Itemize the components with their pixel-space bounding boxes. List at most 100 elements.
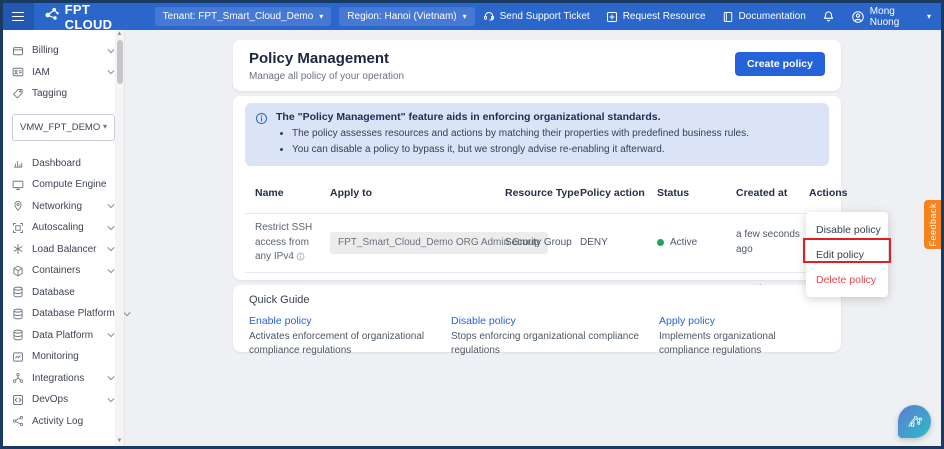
chevron-down-icon bbox=[107, 332, 115, 338]
chevron-down-icon: ▾ bbox=[319, 11, 324, 21]
tooltip-info-icon[interactable] bbox=[296, 252, 305, 261]
sidebar-item-database-platform[interactable]: Database Platform bbox=[12, 303, 131, 325]
sidebar-item-networking[interactable]: Networking bbox=[12, 196, 115, 218]
sidebar-scrollbar[interactable]: ▲ ▼ bbox=[115, 30, 124, 446]
page-header-card: Policy Management Manage all policy of y… bbox=[233, 40, 841, 91]
project-select-value: VMW_FPT_DEMO bbox=[20, 121, 101, 133]
chevron-down-icon: ▾ bbox=[462, 11, 467, 21]
brand-name: FPT CLOUD bbox=[64, 1, 113, 32]
link-label: Send Support Ticket bbox=[499, 11, 590, 22]
load-balancer-icon bbox=[12, 243, 24, 255]
column-header: Name bbox=[255, 186, 284, 199]
sidebar-item-label: Compute Engine bbox=[32, 179, 107, 191]
network-pin-icon bbox=[12, 200, 24, 212]
disable-policy-link[interactable]: Disable policy bbox=[451, 315, 659, 327]
sidebar-item-label: Activity Log bbox=[32, 415, 84, 427]
ai-assistant-button[interactable]: AI bbox=[898, 405, 931, 438]
sidebar-item-billing[interactable]: Billing bbox=[12, 40, 115, 62]
user-menu[interactable]: Mong Nuong ▾ bbox=[851, 6, 931, 28]
quick-guide-description: Implements organizational compliance reg… bbox=[659, 331, 776, 356]
quick-guide-item: Disable policy Stops enforcing organizat… bbox=[451, 315, 659, 358]
enable-policy-link[interactable]: Enable policy bbox=[249, 315, 451, 327]
sidebar-item-label: Containers bbox=[32, 265, 81, 277]
chevron-down-icon: ▾ bbox=[926, 11, 931, 21]
scrollbar-thumb[interactable] bbox=[116, 40, 123, 84]
link-label: Documentation bbox=[738, 11, 806, 22]
sidebar-item-label: Tagging bbox=[32, 88, 68, 100]
database-icon bbox=[12, 286, 24, 298]
sidebar-item-monitoring[interactable]: Monitoring bbox=[12, 346, 115, 368]
sidebar-item-compute-engine[interactable]: Compute Engine bbox=[12, 174, 123, 196]
notification-bell-icon[interactable] bbox=[822, 10, 835, 23]
fpt-molecule-icon bbox=[44, 6, 60, 27]
activity-log-icon bbox=[12, 415, 24, 427]
chevron-down-icon bbox=[107, 246, 115, 252]
support-ticket-icon bbox=[483, 11, 495, 23]
sidebar-item-tagging[interactable]: Tagging bbox=[12, 83, 115, 105]
sidebar-item-database[interactable]: Database bbox=[12, 282, 115, 304]
quick-guide-description: Stops enforcing organizational complianc… bbox=[451, 331, 639, 356]
sidebar-item-label: Dashboard bbox=[32, 157, 81, 169]
column-header: Policy action bbox=[580, 186, 645, 199]
scroll-down-arrow[interactable]: ▼ bbox=[115, 437, 124, 446]
app-window: FPT CLOUD Tenant: FPT_Smart_Cloud_Demo ▾… bbox=[0, 0, 944, 449]
request-resource-icon bbox=[606, 11, 618, 23]
billing-icon bbox=[12, 45, 24, 57]
alert-bullet: The policy assesses resources and action… bbox=[292, 126, 749, 142]
edit-policy-menu-item[interactable]: Edit policy bbox=[806, 242, 888, 267]
integrations-icon bbox=[12, 372, 24, 384]
iam-icon bbox=[12, 66, 24, 78]
sidebar-item-autoscaling[interactable]: Autoscaling bbox=[12, 217, 115, 239]
alert-bullet-list: The policy assesses resources and action… bbox=[280, 126, 749, 157]
sidebar-item-devops[interactable]: DevOps bbox=[12, 389, 115, 411]
alert-bullet: You can disable a policy to bypass it, b… bbox=[292, 142, 749, 158]
hamburger-menu-button[interactable] bbox=[3, 3, 34, 30]
sidebar-item-iam[interactable]: IAM bbox=[12, 62, 115, 84]
scroll-up-arrow[interactable]: ▲ bbox=[115, 30, 124, 39]
feedback-tab[interactable]: Feedback bbox=[924, 200, 941, 249]
sidebar: Billing IAM Tagging VMW_FPT_DEMO ▾ Dashb… bbox=[3, 30, 131, 446]
monitor-icon bbox=[12, 179, 24, 191]
project-select[interactable]: VMW_FPT_DEMO ▾ bbox=[12, 113, 115, 141]
sidebar-item-label: Integrations bbox=[32, 372, 85, 384]
sidebar-item-dashboard[interactable]: Dashboard bbox=[12, 153, 115, 175]
chevron-down-icon: ▾ bbox=[102, 122, 107, 131]
create-policy-button[interactable]: Create policy bbox=[735, 52, 825, 76]
autoscaling-icon bbox=[12, 222, 24, 234]
request-resource-link[interactable]: Request Resource bbox=[606, 11, 706, 23]
feedback-label: Feedback bbox=[927, 202, 938, 247]
brand-logo[interactable]: FPT CLOUD bbox=[44, 1, 141, 32]
user-avatar-icon bbox=[851, 10, 865, 24]
documentation-icon bbox=[722, 11, 734, 23]
sidebar-item-data-platform[interactable]: Data Platform bbox=[12, 325, 115, 347]
apply-to-cell: FPT_Smart_Cloud_Demo ORG Admin Group bbox=[330, 231, 548, 254]
region-selector[interactable]: Region: Hanoi (Vietnam) ▾ bbox=[339, 7, 475, 26]
chevron-down-icon bbox=[107, 225, 115, 231]
sidebar-item-load-balancer[interactable]: Load Balancer bbox=[12, 239, 115, 261]
policy-name-cell: Restrict SSH access from any IPv4 bbox=[255, 222, 313, 262]
sidebar-item-integrations[interactable]: Integrations bbox=[12, 368, 115, 390]
column-header: Apply to bbox=[330, 186, 372, 199]
column-header: Status bbox=[657, 186, 690, 199]
sidebar-item-activity-log[interactable]: Activity Log bbox=[12, 411, 115, 433]
delete-policy-menu-item[interactable]: Delete policy bbox=[806, 267, 888, 292]
tenant-selector[interactable]: Tenant: FPT_Smart_Cloud_Demo ▾ bbox=[154, 7, 332, 26]
created-at-cell: a few seconds ago bbox=[736, 229, 800, 255]
disable-policy-menu-item[interactable]: Disable policy bbox=[806, 217, 888, 242]
send-support-ticket-link[interactable]: Send Support Ticket bbox=[483, 11, 590, 23]
sidebar-item-containers[interactable]: Containers bbox=[12, 260, 115, 282]
chevron-down-icon bbox=[107, 203, 115, 209]
sidebar-item-label: Networking bbox=[32, 200, 83, 212]
sidebar-item-label: Autoscaling bbox=[32, 222, 84, 234]
cube-icon bbox=[12, 265, 24, 277]
sidebar-item-label: DevOps bbox=[32, 394, 69, 406]
quick-guide-title: Quick Guide bbox=[249, 294, 310, 306]
info-icon bbox=[255, 112, 268, 157]
actions-context-menu: Disable policy Edit policy Delete policy bbox=[803, 212, 891, 297]
devops-icon bbox=[12, 394, 24, 406]
region-label: Region: Hanoi (Vietnam) bbox=[347, 11, 457, 22]
documentation-link[interactable]: Documentation bbox=[722, 11, 806, 23]
sidebar-item-label: Billing bbox=[32, 45, 59, 57]
apply-policy-link[interactable]: Apply policy bbox=[659, 315, 825, 327]
table-row[interactable]: Restrict SSH access from any IPv4 FPT_Sm… bbox=[245, 213, 829, 273]
